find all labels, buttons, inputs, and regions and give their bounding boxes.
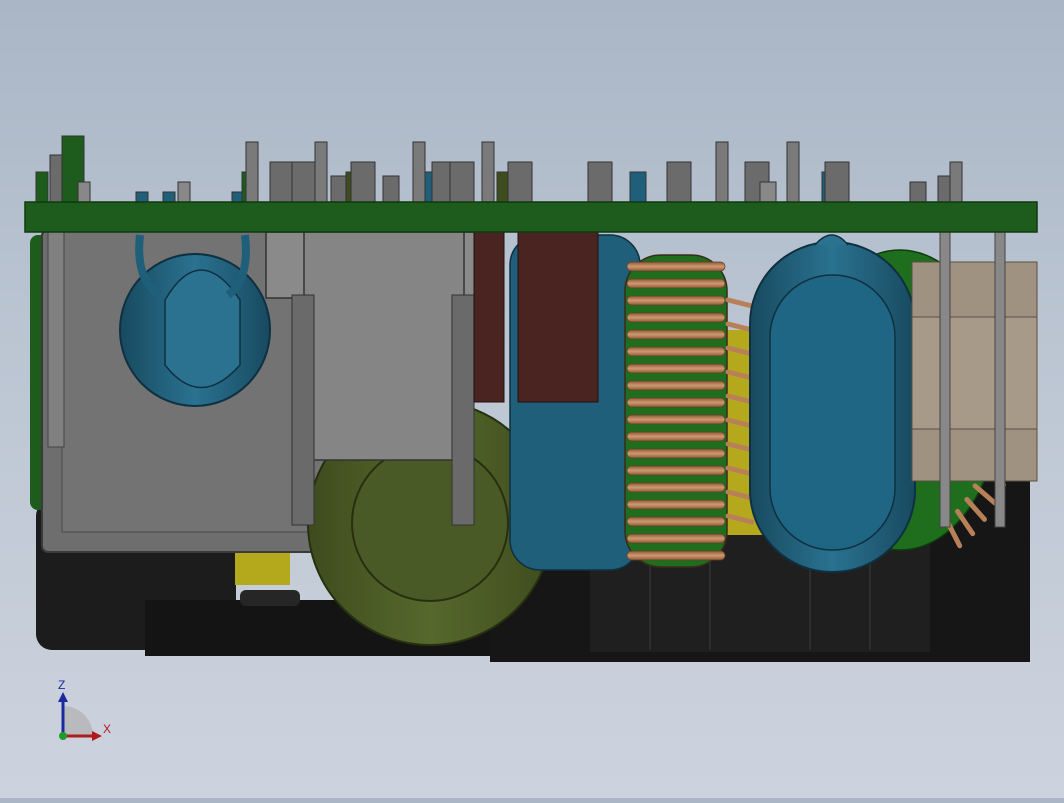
top-component — [588, 162, 612, 202]
top-component — [178, 182, 190, 202]
copper-winding — [627, 517, 725, 526]
top-component — [413, 142, 425, 202]
top-component — [36, 172, 48, 202]
top-component — [450, 162, 474, 202]
copper-winding — [627, 449, 725, 458]
blue-capacitor-front — [120, 235, 270, 406]
top-component — [136, 192, 148, 202]
top-component — [163, 192, 175, 202]
copper-winding — [627, 296, 725, 305]
copper-winding — [627, 415, 725, 424]
copper-inductor — [625, 255, 727, 567]
top-component — [315, 142, 327, 202]
copper-winding — [627, 364, 725, 373]
top-component — [787, 142, 799, 202]
top-component — [825, 162, 849, 202]
copper-winding — [627, 262, 725, 271]
top-component — [246, 142, 258, 202]
blue-capacitor-oval — [750, 235, 915, 572]
top-component — [950, 162, 962, 202]
ring-winding — [728, 324, 752, 330]
copper-winding — [627, 483, 725, 492]
copper-winding — [627, 330, 725, 339]
top-component — [760, 182, 776, 202]
top-component — [667, 162, 691, 202]
cad-viewport[interactable]: Z X — [0, 0, 1064, 798]
top-component — [270, 162, 294, 202]
top-component — [78, 182, 90, 202]
x-axis-label: X — [103, 722, 111, 736]
copper-winding — [627, 347, 725, 356]
top-component — [482, 142, 494, 202]
top-component — [292, 162, 316, 202]
copper-winding — [627, 279, 725, 288]
copper-winding — [627, 398, 725, 407]
top-component — [630, 172, 646, 202]
top-component — [910, 182, 926, 202]
copper-winding — [627, 466, 725, 475]
top-component — [331, 176, 347, 202]
copper-winding — [627, 381, 725, 390]
top-component — [716, 142, 728, 202]
top-component — [351, 162, 375, 202]
z-axis-label: Z — [58, 678, 65, 692]
top-component — [508, 162, 532, 202]
coordinate-triad: Z X — [50, 676, 120, 746]
ring-winding — [728, 300, 752, 306]
copper-winding — [627, 500, 725, 509]
top-components — [36, 136, 962, 202]
top-component — [383, 176, 399, 202]
copper-winding — [627, 534, 725, 543]
copper-winding — [627, 313, 725, 322]
copper-winding — [627, 551, 725, 560]
pcb-board — [25, 202, 1037, 232]
model-canvas[interactable] — [0, 0, 1064, 798]
copper-winding — [627, 432, 725, 441]
